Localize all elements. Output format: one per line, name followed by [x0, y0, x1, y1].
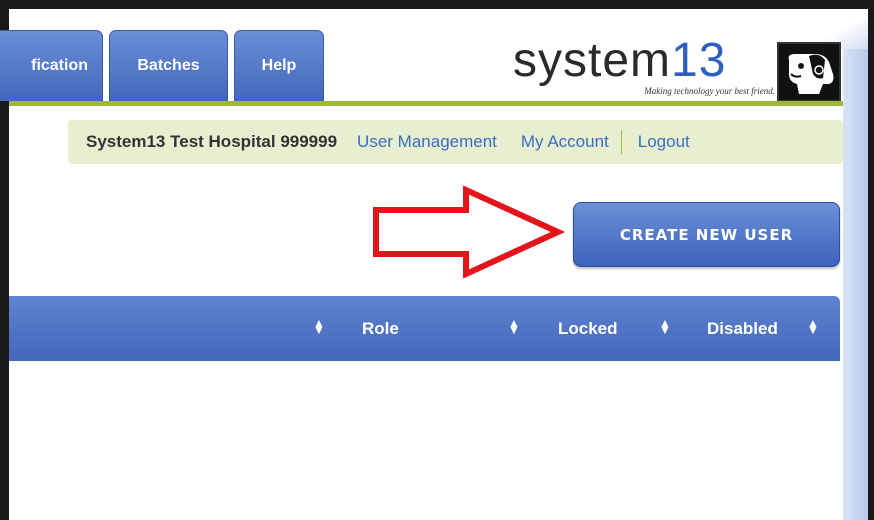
- column-header-disabled[interactable]: Disabled: [707, 296, 778, 361]
- dog-icon: [777, 42, 841, 102]
- red-arrow-annotation: [373, 186, 566, 278]
- column-header-locked-label: Locked: [558, 318, 618, 338]
- column-header-role-label: Role: [362, 318, 399, 338]
- window-frame-right: [868, 0, 874, 520]
- logo-wordmark-prefix: system: [513, 34, 672, 87]
- sort-updown-icon[interactable]: ▼: [659, 323, 671, 337]
- logo-wordmark-number: 13: [671, 34, 727, 87]
- tab-notification-label: fication: [31, 57, 88, 74]
- tab-notification[interactable]: fication: [0, 30, 103, 101]
- logo-wordmark: system13: [513, 36, 726, 86]
- window-frame-top: [0, 0, 874, 9]
- tab-batches[interactable]: Batches: [109, 30, 228, 101]
- user-management-link[interactable]: User Management: [357, 132, 497, 152]
- system13-logo: system13 Making technology your best fri…: [510, 36, 841, 104]
- header-divider: [9, 101, 843, 106]
- tab-batches-label: Batches: [137, 57, 200, 74]
- column-header-role[interactable]: Role: [362, 296, 399, 361]
- logout-link[interactable]: Logout: [638, 132, 690, 152]
- background-gradient-right: [843, 9, 868, 520]
- create-new-user-button[interactable]: CREATE NEW USER: [573, 202, 840, 267]
- column-header-disabled-label: Disabled: [707, 318, 778, 338]
- my-account-link[interactable]: My Account: [521, 132, 609, 152]
- users-table-body: [9, 361, 843, 520]
- account-bar: System13 Test Hospital 999999 User Manag…: [68, 120, 843, 164]
- users-table-header: ▲ ▼ Role ▲ ▼ Locked ▲ ▼ Disabled ▲ ▼: [9, 296, 840, 361]
- logo-tagline: Making technology your best friend.: [644, 86, 775, 96]
- hospital-name: System13 Test Hospital 999999: [86, 132, 338, 151]
- link-separator: [620, 130, 622, 154]
- sort-updown-icon[interactable]: ▼: [508, 323, 520, 337]
- sort-updown-icon[interactable]: ▼: [807, 323, 819, 337]
- sort-updown-icon[interactable]: ▼: [313, 323, 325, 337]
- column-header-locked[interactable]: Locked: [558, 296, 618, 361]
- tab-help-label: Help: [261, 57, 297, 74]
- tab-help[interactable]: Help: [234, 30, 324, 101]
